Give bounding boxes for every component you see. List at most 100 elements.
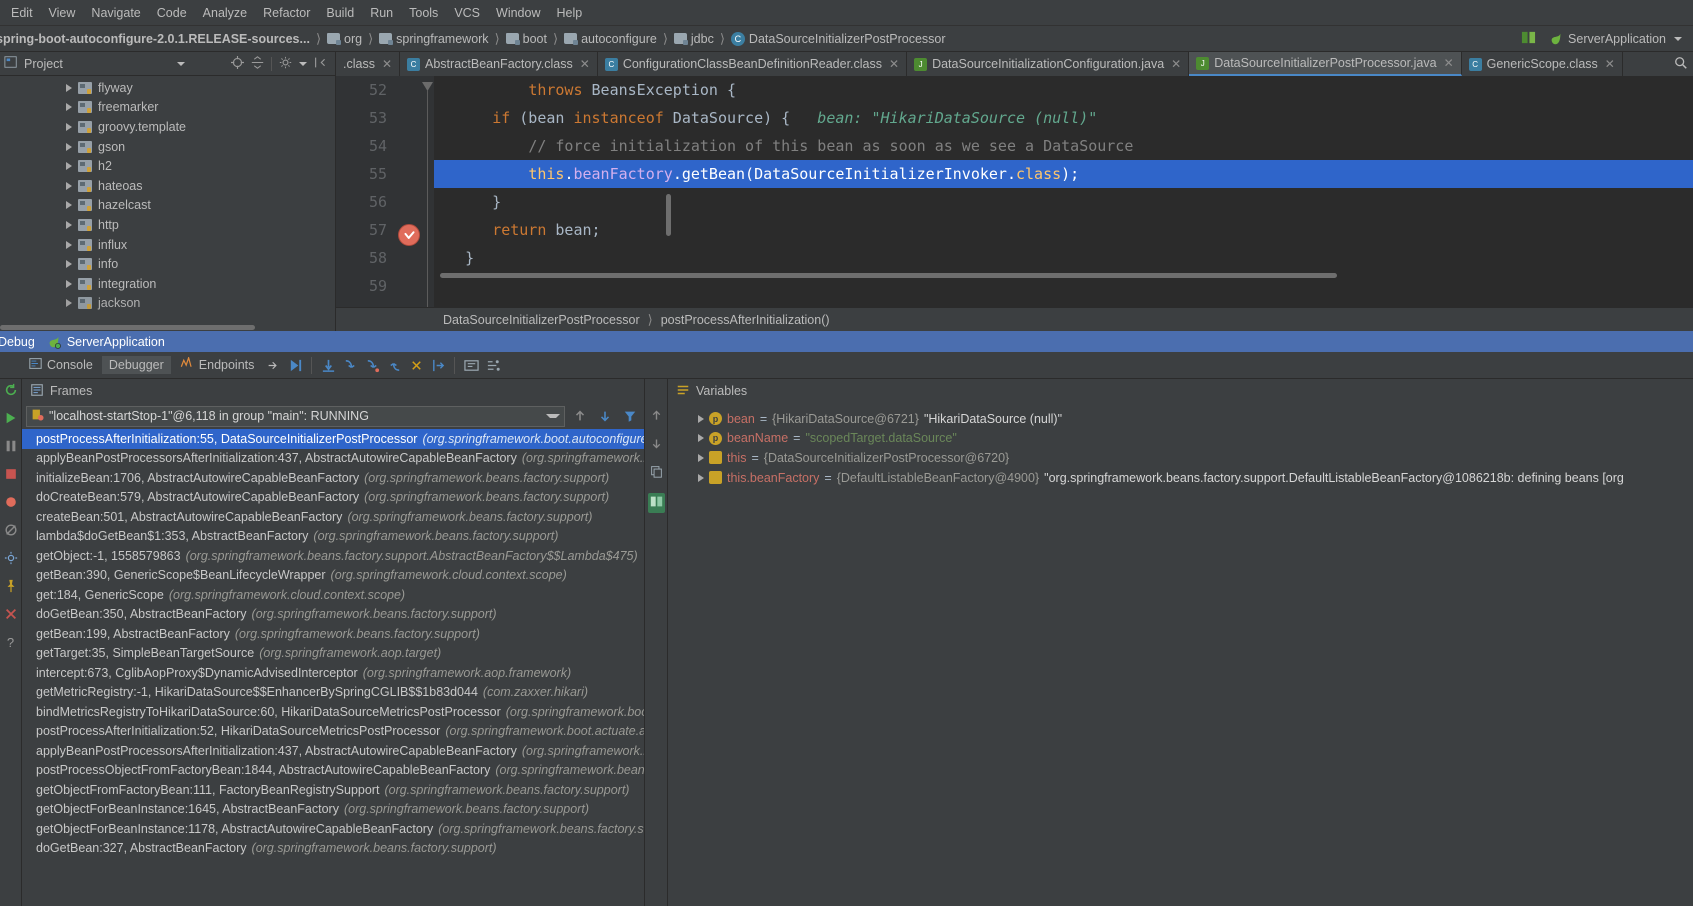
frame-row[interactable]: getTarget:35, SimpleBeanTargetSource (org…: [22, 644, 644, 664]
menu-item-navigate[interactable]: Navigate: [84, 3, 147, 23]
variable-row-this-beanfactory[interactable]: this.beanFactory = {DefaultListableBeanF…: [668, 468, 1693, 488]
frame-row[interactable]: postProcessObjectFromFactoryBean:1844, A…: [22, 761, 644, 781]
tab-debugger[interactable]: Debugger: [101, 356, 171, 374]
chevron-down-icon[interactable]: [546, 414, 560, 418]
breadcrumb-org[interactable]: org: [323, 30, 366, 48]
pin-tab-icon[interactable]: [263, 355, 283, 375]
tab-endpoints[interactable]: Endpoints: [173, 355, 262, 375]
chevron-right-icon[interactable]: [66, 299, 72, 308]
menu-item-analyze[interactable]: Analyze: [196, 3, 254, 23]
step-out-icon[interactable]: [384, 355, 404, 375]
step-into-icon[interactable]: [340, 355, 360, 375]
frame-row[interactable]: applyBeanPostProcessorsAfterInitializati…: [22, 449, 644, 469]
frame-row[interactable]: applyBeanPostProcessorsAfterInitializati…: [22, 741, 644, 761]
breadcrumb-module[interactable]: spring-boot-autoconfigure-2.0.1.RELEASE-…: [0, 30, 314, 48]
frame-row[interactable]: intercept:673, CglibAopProxy$DynamicAdvi…: [22, 663, 644, 683]
filter-frames-icon[interactable]: [620, 406, 640, 426]
tree-node-hateoas[interactable]: hateoas: [0, 176, 335, 196]
frame-row[interactable]: getObjectFromFactoryBean:111, FactoryBea…: [22, 780, 644, 800]
tree-node-jackson[interactable]: jackson: [0, 294, 335, 314]
breadcrumb-springframework[interactable]: springframework: [375, 30, 492, 48]
expand-collapse-icon[interactable]: [251, 55, 264, 72]
frame-row[interactable]: postProcessAfterInitialization:52, Hikar…: [22, 722, 644, 742]
editor-tab-partial[interactable]: .class ✕: [336, 52, 401, 76]
editor-tab-abstractbeanfactory[interactable]: C AbstractBeanFactory.class ✕: [400, 52, 598, 76]
mute-breakpoints-icon[interactable]: [4, 523, 18, 540]
frame-down-icon[interactable]: [595, 406, 615, 426]
search-icon[interactable]: [1674, 56, 1688, 73]
frame-row[interactable]: getBean:199, AbstractBeanFactory (org.spr…: [22, 624, 644, 644]
menu-item-run[interactable]: Run: [363, 3, 400, 23]
help-icon[interactable]: ?: [7, 635, 14, 650]
view-breakpoints-icon[interactable]: [4, 495, 18, 512]
menu-item-code[interactable]: Code: [150, 3, 194, 23]
compare-icon[interactable]: [647, 493, 665, 513]
tree-node-h2[interactable]: h2: [0, 156, 335, 176]
tab-console[interactable]: Console: [22, 355, 100, 375]
frame-row[interactable]: doCreateBean:579, AbstractAutowireCapabl…: [22, 488, 644, 508]
frame-row[interactable]: getObjectForBeanInstance:1178, AbstractA…: [22, 819, 644, 839]
tree-node-http[interactable]: http: [0, 215, 335, 235]
editor-tab-datasourceinitializationconfiguration[interactable]: J DataSourceInitializationConfiguration.…: [907, 52, 1190, 76]
menu-item-help[interactable]: Help: [549, 3, 589, 23]
code-editor[interactable]: 52 53 54 55 56 57 58 59 throws BeansExce…: [336, 76, 1693, 307]
tree-node-freemarker[interactable]: freemarker: [0, 98, 335, 118]
breadcrumb-boot[interactable]: boot: [502, 30, 551, 48]
breakpoint-icon[interactable]: [398, 224, 420, 246]
close-icon[interactable]: [4, 607, 18, 624]
menu-item-edit[interactable]: Edit: [4, 3, 40, 23]
close-icon[interactable]: ✕: [1444, 56, 1454, 70]
breadcrumb-method-name[interactable]: postProcessAfterInitialization(): [661, 313, 830, 327]
hide-panel-icon[interactable]: [314, 56, 327, 72]
menu-item-refactor[interactable]: Refactor: [256, 3, 317, 23]
variable-row-beanname[interactable]: p beanName = "scopedTarget.dataSource": [668, 429, 1693, 449]
pause-program-icon[interactable]: [4, 439, 18, 456]
close-icon[interactable]: ✕: [1605, 57, 1615, 71]
close-icon[interactable]: ✕: [580, 57, 590, 71]
chevron-right-icon[interactable]: [66, 142, 72, 151]
gear-icon[interactable]: [279, 56, 292, 72]
variable-row-bean[interactable]: p bean = {HikariDataSource@6721} "Hikari…: [668, 409, 1693, 429]
tree-node-gson[interactable]: gson: [0, 137, 335, 157]
editor-vertical-scrollbar[interactable]: [666, 194, 671, 236]
frame-row[interactable]: createBean:501, AbstractAutowireCapableB…: [22, 507, 644, 527]
chevron-right-icon[interactable]: [66, 122, 72, 131]
variables-list[interactable]: p bean = {HikariDataSource@6721} "Hikari…: [668, 403, 1693, 906]
close-icon[interactable]: ✕: [382, 57, 392, 71]
chevron-down-icon[interactable]: [299, 61, 307, 66]
frame-row[interactable]: getObject:-1, 1558579863 (org.springframe…: [22, 546, 644, 566]
chevron-right-icon[interactable]: [698, 414, 704, 423]
tree-node-flyway[interactable]: flyway: [0, 78, 335, 98]
frame-row[interactable]: getMetricRegistry:-1, HikariDataSource$$…: [22, 683, 644, 703]
project-tree[interactable]: flyway freemarker groovy.template gson h…: [0, 76, 335, 331]
frames-list[interactable]: postProcessAfterInitialization:55, DataS…: [22, 429, 644, 906]
step-over-icon[interactable]: [318, 355, 338, 375]
chevron-right-icon[interactable]: [698, 434, 704, 443]
chevron-down-icon[interactable]: [176, 61, 185, 66]
code-with-me-icon[interactable]: [1521, 30, 1536, 48]
chevron-right-icon[interactable]: [66, 181, 72, 190]
editor-tab-datasourceinitializerpostprocessor[interactable]: J DataSourceInitializerPostProcessor.jav…: [1189, 52, 1462, 76]
breadcrumb-jdbc[interactable]: jdbc: [670, 30, 718, 48]
menu-item-window[interactable]: Window: [489, 3, 547, 23]
close-icon[interactable]: ✕: [889, 57, 899, 71]
chevron-right-icon[interactable]: [66, 240, 72, 249]
frame-row[interactable]: bindMetricsRegistryToHikariDataSource:60…: [22, 702, 644, 722]
menu-item-vcs[interactable]: VCS: [447, 3, 487, 23]
force-step-into-icon[interactable]: [362, 355, 382, 375]
chevron-right-icon[interactable]: [66, 201, 72, 210]
tree-node-hazelcast[interactable]: hazelcast: [0, 196, 335, 216]
evaluate-expression-icon[interactable]: [461, 355, 481, 375]
project-horizontal-scrollbar[interactable]: [0, 324, 335, 331]
pin-icon[interactable]: [4, 579, 18, 596]
frame-row[interactable]: get:184, GenericScope (org.springframewor…: [22, 585, 644, 605]
thread-selector[interactable]: "localhost-startStop-1"@6,118 in group "…: [26, 405, 565, 427]
editor-tab-genericscope[interactable]: C GenericScope.class ✕: [1462, 52, 1623, 76]
stop-icon[interactable]: [4, 467, 18, 484]
chevron-right-icon[interactable]: [698, 453, 704, 462]
close-icon[interactable]: ✕: [1171, 57, 1181, 71]
breadcrumb-class-name[interactable]: DataSourceInitializerPostProcessor: [443, 313, 640, 327]
arrow-up-icon[interactable]: [650, 409, 663, 425]
breadcrumb-class[interactable]: C DataSourceInitializerPostProcessor: [727, 30, 950, 48]
show-execution-point-icon[interactable]: [285, 355, 305, 375]
